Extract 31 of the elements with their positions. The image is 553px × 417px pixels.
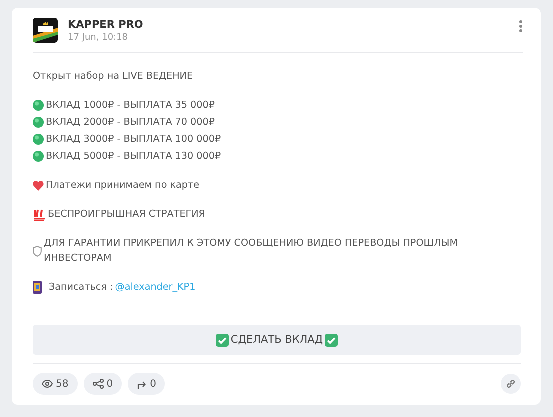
shares-counter[interactable]: 0 [84, 373, 122, 395]
post-text: Платежи принимаем по карте [46, 179, 200, 193]
post-text: ВКЛАД 1000₽ - ВЫПЛАТА 35 000₽ [46, 99, 215, 113]
bullet-circle-icon [33, 117, 44, 128]
bullet-circle-icon [33, 134, 44, 145]
link-icon[interactable] [501, 374, 521, 394]
post-date: 17 Jun, 10:18 [68, 32, 130, 42]
post-text: ДЛЯ ГАРАНТИИ ПРИКРЕПИЛ К ЭТОМУ СООБЩЕНИЮ ВИДЕО ПЕРЕВОДЫ ПРОШЛЫМ ИНВЕСТОРАМ [44, 237, 459, 266]
phone-icon [33, 281, 42, 294]
post-text: ВКЛАД 2000₽ - ВЫПЛАТА 70 000₽ [46, 116, 215, 130]
channel-name: KAPPER PRO [68, 18, 144, 30]
views-counter[interactable]: 58 [33, 373, 78, 395]
forwards-counter[interactable]: 0 [128, 373, 166, 395]
check-mark-icon [325, 334, 338, 346]
share-icon [92, 379, 104, 389]
check-mark-icon [216, 334, 229, 346]
post-text: Записаться : [49, 281, 114, 295]
bullet-circle-icon [33, 100, 44, 111]
channel-avatar [33, 18, 58, 43]
hundred-points-icon [33, 208, 46, 220]
more-menu-icon[interactable] [519, 20, 523, 33]
post-text: ВКЛАД 3000₽ - ВЫПЛАТА 100 000₽ [46, 133, 222, 147]
heart-icon [33, 180, 44, 190]
post-text: БЕСПРОИГРЫШНАЯ СТРАТЕГИЯ [48, 208, 206, 222]
post-text: Открыт набор на LIVE ВЕДЕНИЕ [33, 70, 194, 84]
bullet-circle-icon [33, 151, 44, 162]
eye-icon [42, 380, 53, 388]
forward-arrow-icon [137, 379, 148, 389]
shield-icon [33, 246, 42, 256]
make-deposit-button[interactable]: СДЕЛАТЬ ВКЛАД [33, 325, 521, 355]
post-text: ВКЛАД 5000₽ - ВЫПЛАТА 130 000₽ [46, 150, 222, 164]
